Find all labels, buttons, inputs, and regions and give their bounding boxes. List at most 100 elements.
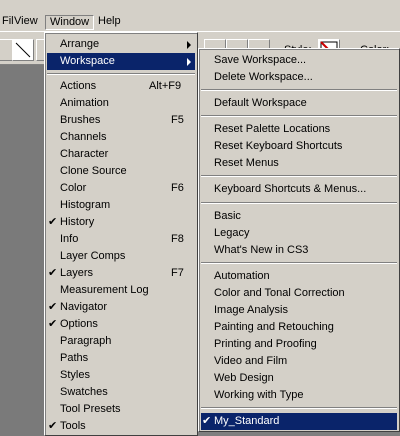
menu-item-label: Image Analysis — [214, 304, 288, 316]
menu-item-working-with-type[interactable]: Working with Type — [201, 387, 397, 404]
menu-item-label: Measurement Log — [60, 284, 149, 296]
menu-item-character[interactable]: Character — [47, 146, 195, 163]
menu-item-actions[interactable]: Actions Alt+F9 — [47, 78, 195, 95]
menu-item-tools[interactable]: ✔ Tools — [47, 418, 195, 435]
menu-separator — [201, 202, 397, 204]
menu-item-label: Save Workspace... — [214, 54, 307, 66]
menu-item-label: Color and Tonal Correction — [214, 287, 345, 299]
menu-item-label: Automation — [214, 270, 270, 282]
menu-item-label: What's New in CS3 — [214, 244, 309, 256]
menu-item-label: My_Standard — [214, 415, 280, 427]
menu-item-legacy[interactable]: Legacy — [201, 225, 397, 242]
checkmark-icon: ✔ — [48, 267, 58, 279]
menu-item-options[interactable]: ✔ Options — [47, 316, 195, 333]
menu-item-history[interactable]: ✔ History — [47, 214, 195, 231]
menu-item-label: Swatches — [60, 386, 108, 398]
menu-item-my-standard[interactable]: ✔ My_Standard — [201, 413, 397, 430]
menu-item-info[interactable]: Info F8 — [47, 231, 195, 248]
menu-item-label: Web Design — [214, 372, 274, 384]
menu-item-arrange[interactable]: Arrange — [47, 36, 195, 53]
menu-item-animation[interactable]: Animation — [47, 95, 195, 112]
menu-item-tool-presets[interactable]: Tool Presets — [47, 401, 195, 418]
menu-item-save-workspace[interactable]: Save Workspace... — [201, 52, 397, 69]
menu-window[interactable]: Window — [45, 15, 95, 30]
line-tool-button[interactable] — [12, 39, 34, 61]
menu-item-web-design[interactable]: Web Design — [201, 370, 397, 387]
menu-item-layers[interactable]: ✔ Layers F7 — [47, 265, 195, 282]
menu-help[interactable]: Help — [94, 15, 125, 30]
menu-item-label: Working with Type — [214, 389, 304, 401]
menu-item-shortcut: F6 — [171, 182, 184, 194]
menu-view[interactable]: View — [10, 15, 42, 30]
checkmark-icon: ✔ — [48, 420, 58, 432]
menu-item-label: Printing and Proofing — [214, 338, 317, 350]
menu-item-shortcut: F7 — [171, 267, 184, 279]
menu-item-styles[interactable]: Styles — [47, 367, 195, 384]
menu-item-label: Color — [60, 182, 87, 194]
menu-item-label: Tools — [60, 420, 86, 432]
menu-item-label: Default Workspace — [214, 97, 307, 109]
menu-item-whats-new-cs3[interactable]: What's New in CS3 — [201, 242, 397, 259]
menu-item-label: Info — [60, 233, 79, 245]
menu-item-paths[interactable]: Paths — [47, 350, 195, 367]
menu-item-label: Options — [60, 318, 98, 330]
menu-item-basic[interactable]: Basic — [201, 208, 397, 225]
checkmark-icon: ✔ — [48, 301, 58, 313]
checkmark-icon: ✔ — [48, 216, 58, 228]
menu-item-image-analysis[interactable]: Image Analysis — [201, 302, 397, 319]
menu-item-label: History — [60, 216, 95, 228]
menu-item-label: Actions — [60, 80, 97, 92]
menu-separator — [47, 73, 195, 75]
menu-item-label: Basic — [214, 210, 241, 222]
checkmark-icon: ✔ — [202, 415, 212, 427]
menu-item-label: Clone Source — [60, 165, 127, 177]
menu-item-label: Character — [60, 148, 109, 160]
menu-item-workspace[interactable]: Workspace — [47, 53, 195, 70]
menu-item-painting-retouching[interactable]: Painting and Retouching — [201, 319, 397, 336]
menu-item-label: Animation — [60, 97, 109, 109]
menu-item-brushes[interactable]: Brushes F5 — [47, 112, 195, 129]
submenu-arrow-icon — [187, 41, 191, 49]
menu-item-label: Delete Workspace... — [214, 71, 313, 83]
menu-item-channels[interactable]: Channels — [47, 129, 195, 146]
menu-item-label: Workspace — [60, 55, 115, 67]
menu-item-label: Video and Film — [214, 355, 288, 367]
menu-item-delete-workspace[interactable]: Delete Workspace... — [201, 69, 397, 86]
menu-item-automation[interactable]: Automation — [201, 268, 397, 285]
menu-item-label: Reset Menus — [214, 157, 279, 169]
menu-item-reset-keyboard-shortcuts[interactable]: Reset Keyboard Shortcuts — [201, 138, 397, 155]
checkmark-icon: ✔ — [48, 318, 58, 330]
menu-item-label: Layers — [60, 267, 94, 279]
menu-item-histogram[interactable]: Histogram — [47, 197, 195, 214]
menu-item-color[interactable]: Color F6 — [47, 180, 195, 197]
menu-item-label: Styles — [60, 369, 90, 381]
menu-item-label: Arrange — [60, 38, 100, 50]
window-menu: Arrange Workspace Actions Alt+F9 Animati… — [44, 32, 198, 436]
menu-item-label: Layer Comps — [60, 250, 126, 262]
menu-item-label: Histogram — [60, 199, 111, 211]
menu-item-default-workspace[interactable]: Default Workspace — [201, 95, 397, 112]
menu-item-label: Legacy — [214, 227, 250, 239]
menu-item-measurement-log[interactable]: Measurement Log — [47, 282, 195, 299]
menu-item-swatches[interactable]: Swatches — [47, 384, 195, 401]
menu-item-label: Painting and Retouching — [214, 321, 334, 333]
menu-item-keyboard-shortcuts-menus[interactable]: Keyboard Shortcuts & Menus... — [201, 181, 397, 198]
menu-item-label: Tool Presets — [60, 403, 121, 415]
menu-separator — [201, 175, 397, 177]
menu-item-label: Keyboard Shortcuts & Menus... — [214, 183, 367, 195]
menu-item-clone-source[interactable]: Clone Source — [47, 163, 195, 180]
menu-item-printing-proofing[interactable]: Printing and Proofing — [201, 336, 397, 353]
canvas-area — [0, 65, 45, 436]
menu-item-shortcut: F5 — [171, 114, 184, 126]
menu-item-navigator[interactable]: ✔ Navigator — [47, 299, 195, 316]
workspace-submenu: Save Workspace... Delete Workspace... De… — [198, 48, 400, 432]
menu-item-reset-palette-locations[interactable]: Reset Palette Locations — [201, 121, 397, 138]
menu-item-paragraph[interactable]: Paragraph — [47, 333, 195, 350]
menu-item-video-film[interactable]: Video and Film — [201, 353, 397, 370]
submenu-arrow-icon — [187, 58, 191, 66]
menu-item-layer-comps[interactable]: Layer Comps — [47, 248, 195, 265]
menu-item-label: Reset Palette Locations — [214, 123, 331, 135]
menu-item-color-tonal-correction[interactable]: Color and Tonal Correction — [201, 285, 397, 302]
menu-separator — [201, 407, 397, 409]
menu-item-reset-menus[interactable]: Reset Menus — [201, 155, 397, 172]
